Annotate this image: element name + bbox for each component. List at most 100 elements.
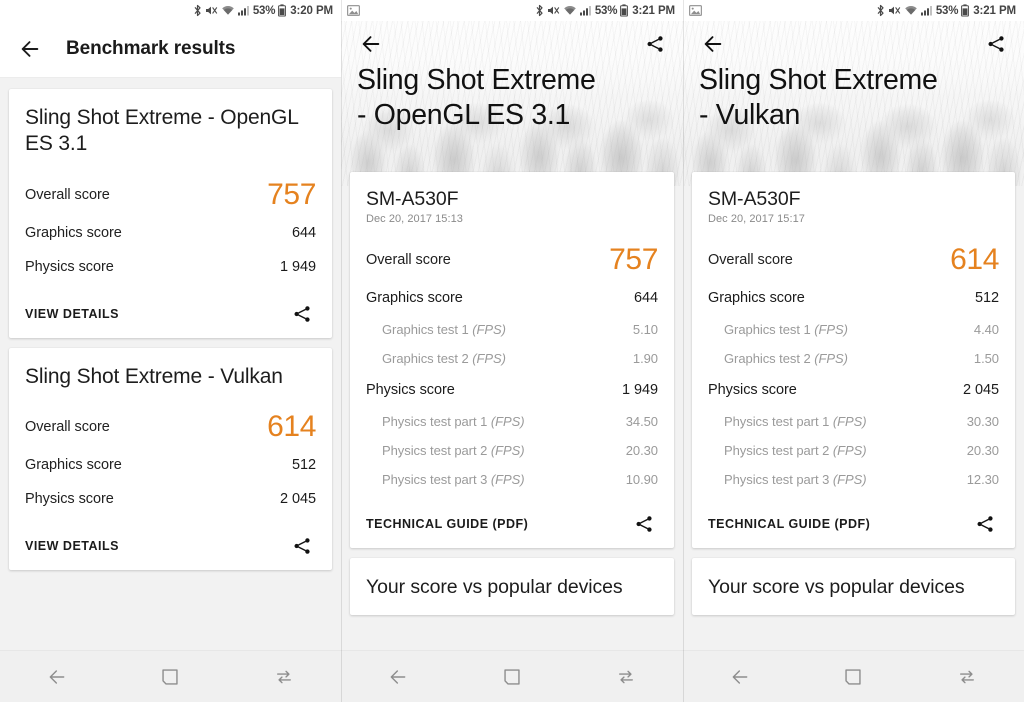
nav-back-icon[interactable] [371,657,425,697]
technical-guide-button[interactable]: TECHNICAL GUIDE (PDF) [366,517,528,531]
share-icon[interactable] [288,300,316,328]
score-value: 757 [609,243,658,276]
panel-divider [683,0,684,702]
nav-back-icon[interactable] [30,657,84,697]
results-list[interactable]: Sling Shot Extreme - OpenGL ES 3.1 Overa… [0,89,341,570]
back-arrow-icon[interactable] [357,30,385,58]
score-value: 512 [291,456,316,473]
hero-title: Sling Shot Extreme - Vulkan [699,64,938,131]
battery-icon [620,4,629,17]
detail-scroll[interactable]: SM-A530F Dec 20, 2017 15:13 Overall scor… [341,172,683,615]
screenshot-icon [689,4,702,17]
system-nav-bar [0,650,341,702]
detail-card[interactable]: SM-A530F Dec 20, 2017 15:13 Overall scor… [350,172,674,548]
sub-label-unit: (FPS) [814,351,848,366]
score-value: 2 045 [279,490,316,507]
clock-label: 3:20 PM [290,4,333,17]
detail-card[interactable]: SM-A530F Dec 20, 2017 15:17 Overall scor… [692,172,1015,548]
card-actions: VIEW DETAILS [25,522,316,570]
sub-label-unit: (FPS) [832,443,867,458]
panel-opengl-detail: 53% 3:21 PM Sling Shot Extreme - OpenGL … [341,0,683,702]
score-label: Physics test part 3 (FPS) [708,472,867,487]
detail-scroll[interactable]: SM-A530F Dec 20, 2017 15:17 Overall scor… [683,172,1024,615]
result-card-title: Sling Shot Extreme - OpenGL ES 3.1 [25,106,298,156]
score-value: 614 [267,409,316,443]
share-icon[interactable] [982,30,1010,58]
view-details-button[interactable]: VIEW DETAILS [25,539,119,553]
nav-recents-icon[interactable] [257,657,311,697]
back-arrow-icon[interactable] [16,35,44,63]
status-bar: 53% 3:21 PM [341,0,683,21]
back-arrow-icon[interactable] [699,30,727,58]
sub-label-text: Physics test part 3 [382,472,488,487]
score-value: 2 045 [962,382,999,398]
signal-icon [237,4,250,17]
score-label: Overall score [25,418,110,435]
score-value: 30.30 [966,414,999,429]
share-icon[interactable] [641,30,669,58]
score-row-physics: Physics score 1 949 [25,250,316,284]
sub-label-text: Graphics test 1 [382,322,469,337]
hero-title: Sling Shot Extreme - OpenGL ES 3.1 [357,64,596,131]
sub-label-unit: (FPS) [472,351,506,366]
comparison-card[interactable]: Your score vs popular devices [350,558,674,615]
screenshot-icon [347,4,360,17]
score-value: 1.50 [973,351,999,366]
score-label: Physics score [25,490,114,507]
score-value: 5.10 [632,322,658,337]
score-row-overall: Overall score 757 [25,176,316,216]
score-label: Overall score [366,252,451,268]
battery-icon [278,4,287,17]
sub-label-text: Physics test part 2 [382,443,488,458]
comparison-card-title: Your score vs popular devices [708,576,965,598]
signal-icon [920,4,933,17]
sub-label-text: Graphics test 1 [724,322,811,337]
nav-back-icon[interactable] [713,657,767,697]
app-bar: Benchmark results [0,21,341,78]
technical-guide-button[interactable]: TECHNICAL GUIDE (PDF) [708,517,870,531]
score-row-physics: Physics score 1 949 [366,373,658,407]
result-card-vulkan[interactable]: Sling Shot Extreme - Vulkan Overall scor… [9,347,332,570]
share-icon[interactable] [288,532,316,560]
score-row-overall: Overall score 614 [708,241,999,281]
score-row-physics-part-1: Physics test part 1 (FPS) 30.30 [708,407,999,436]
score-row-physics-part-3: Physics test part 3 (FPS) 10.90 [366,465,658,494]
clock-label: 3:21 PM [973,4,1016,17]
panel-divider [341,0,342,702]
result-card-opengl[interactable]: Sling Shot Extreme - OpenGL ES 3.1 Overa… [9,89,332,338]
sub-label-unit: (FPS) [472,322,506,337]
score-row-graphics-test-2: Graphics test 2 (FPS) 1.50 [708,344,999,373]
run-timestamp: Dec 20, 2017 15:13 [366,213,463,225]
score-value: 20.30 [625,443,658,458]
score-rows: Overall score 614 Graphics score 512 Gra… [708,241,999,494]
nav-recents-icon[interactable] [940,657,994,697]
score-row-physics: Physics score 2 045 [25,482,316,516]
mute-icon [547,4,560,17]
signal-icon [579,4,592,17]
nav-home-icon[interactable] [485,657,539,697]
score-label: Physics score [25,258,114,275]
score-value: 1.90 [632,351,658,366]
nav-recents-icon[interactable] [599,657,653,697]
score-row-overall: Overall score 614 [25,408,316,448]
view-details-button[interactable]: VIEW DETAILS [25,307,119,321]
score-value: 1 949 [279,258,316,275]
bluetooth-icon [535,4,544,17]
sub-label-unit: (FPS) [832,472,867,487]
share-icon[interactable] [971,510,999,538]
hero-header: Sling Shot Extreme - Vulkan [683,21,1024,186]
score-row-physics: Physics score 2 045 [708,373,999,407]
hero-toolbar [683,21,1024,67]
score-value: 644 [633,290,658,306]
score-label: Physics test part 1 (FPS) [366,414,525,429]
score-row-graphics-test-1: Graphics test 1 (FPS) 5.10 [366,315,658,344]
comparison-card[interactable]: Your score vs popular devices [692,558,1015,615]
score-row-overall: Overall score 757 [366,241,658,281]
nav-home-icon[interactable] [826,657,880,697]
sub-label-text: Physics test part 3 [724,472,830,487]
share-icon[interactable] [630,510,658,538]
score-value: 10.90 [625,472,658,487]
score-rows: Overall score 614 Graphics score 512 Phy… [25,408,316,516]
wifi-icon [221,4,235,17]
nav-home-icon[interactable] [143,657,197,697]
